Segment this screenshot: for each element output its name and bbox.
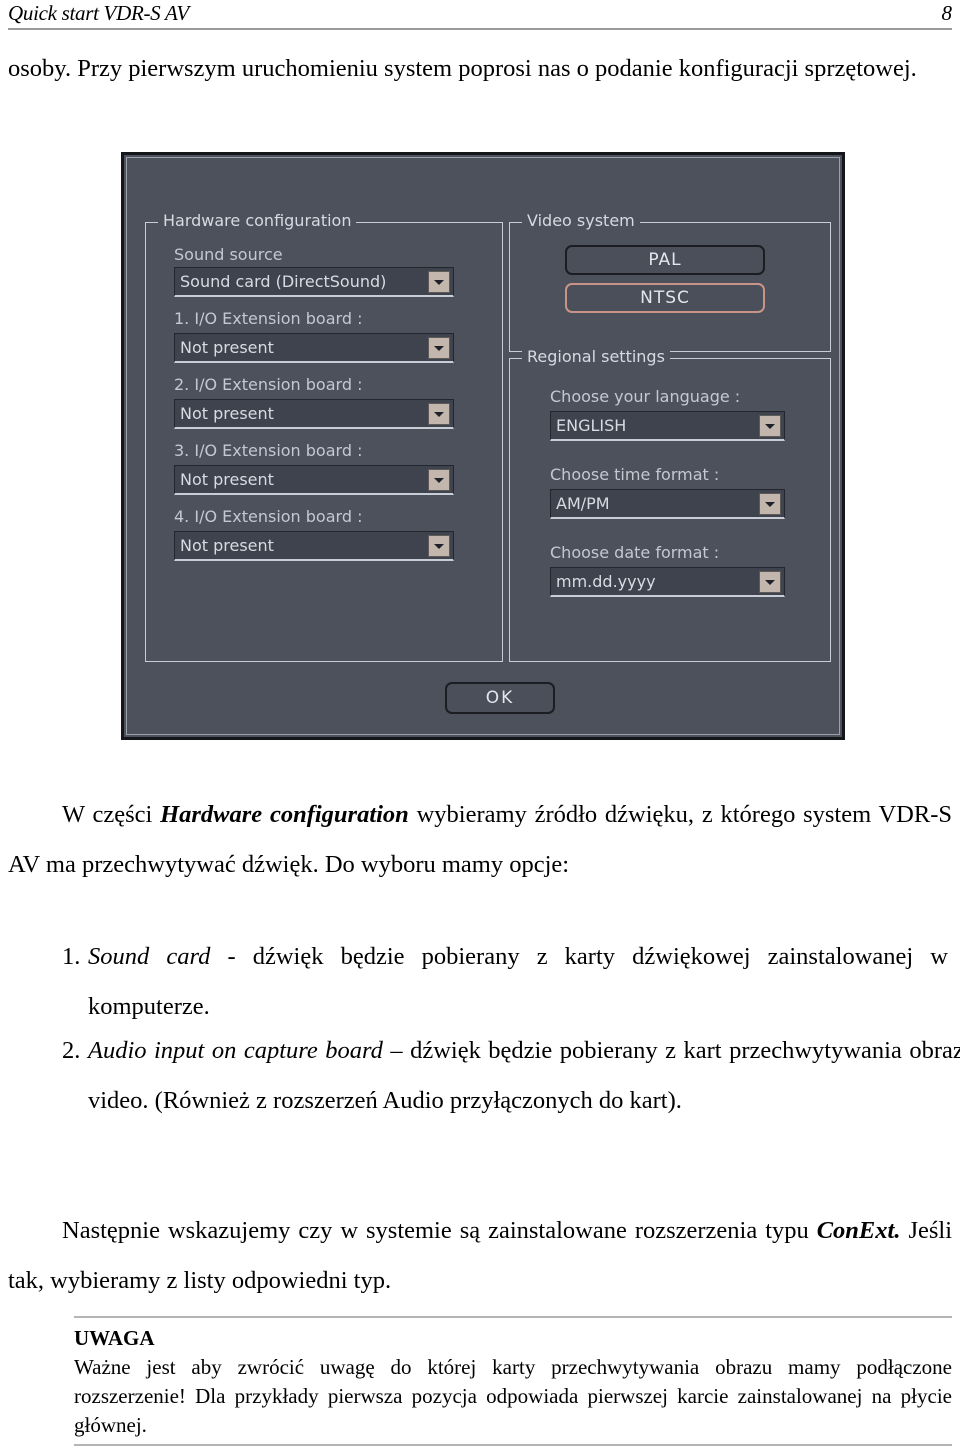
combo-date-format[interactable]: mm.dd.yyyy	[550, 567, 785, 597]
chevron-down-icon[interactable]	[759, 414, 781, 437]
chevron-down-icon[interactable]	[428, 468, 450, 491]
label-sound-source: Sound source	[174, 245, 283, 264]
combo-io-extension-board-4-value: Not present	[180, 536, 274, 555]
chevron-down-icon[interactable]	[428, 534, 450, 557]
combo-time-format-value: AM/PM	[556, 494, 610, 513]
note-title: UWAGA	[74, 1326, 155, 1350]
chevron-down-icon[interactable]	[759, 492, 781, 515]
combo-sound-source-value: Sound card (DirectSound)	[180, 272, 387, 291]
note-text: Ważne jest aby zwrócić uwagę do której k…	[74, 1355, 952, 1437]
note-divider-bottom	[74, 1444, 952, 1446]
group-video-system: Video system PAL NTSC	[509, 212, 831, 352]
group-hardware-configuration: Hardware configuration Sound source Soun…	[145, 212, 503, 662]
label-choose-date-format: Choose date format :	[550, 543, 720, 562]
list-item-1-marker: 1.	[62, 943, 81, 970]
paragraph-hardware-pre: W części	[62, 801, 161, 828]
combo-io-extension-board-3[interactable]: Not present	[174, 465, 454, 495]
document-title: Quick start VDR-S AV	[8, 1, 189, 25]
paragraph-hardware-emphasis: Hardware configuration	[160, 801, 409, 828]
list-item: 2. Audio input on capture board – dźwięk …	[62, 1026, 960, 1126]
list-item-1-emphasis: Sound card	[88, 943, 211, 970]
note-body: UWAGA Ważne jest aby zwrócić uwagę do kt…	[74, 1318, 952, 1444]
chevron-down-icon[interactable]	[428, 270, 450, 293]
list-item-1-text: - dźwięk będzie pobierany z karty dźwięk…	[88, 943, 948, 1020]
paragraph-conext-emphasis: ConExt.	[816, 1217, 901, 1244]
chevron-down-icon[interactable]	[428, 336, 450, 359]
page-running-header: Quick start VDR-S AV 8	[8, 0, 952, 32]
label-io-extension-board-1: 1. I/O Extension board :	[174, 309, 363, 328]
label-choose-language: Choose your language :	[550, 387, 741, 406]
chevron-down-icon[interactable]	[759, 570, 781, 593]
label-io-extension-board-3: 3. I/O Extension board :	[174, 441, 363, 460]
combo-io-extension-board-4[interactable]: Not present	[174, 531, 454, 561]
list-item-2-marker: 2.	[62, 1037, 81, 1064]
paragraph-conext-pre: Następnie wskazujemy czy w systemie są z…	[62, 1217, 817, 1244]
combo-io-extension-board-3-value: Not present	[180, 470, 274, 489]
ok-button[interactable]: OK	[445, 682, 555, 714]
group-hardware-configuration-legend: Hardware configuration	[158, 212, 357, 230]
label-io-extension-board-2: 2. I/O Extension board :	[174, 375, 363, 394]
note-block: UWAGA Ważne jest aby zwrócić uwagę do kt…	[74, 1316, 952, 1446]
combo-language-value: ENGLISH	[556, 416, 627, 435]
page-number: 8	[941, 1, 953, 25]
header-divider	[8, 28, 952, 30]
configuration-dialog-screenshot: Hardware configuration Sound source Soun…	[121, 152, 845, 740]
combo-io-extension-board-1-value: Not present	[180, 338, 274, 357]
group-video-system-legend: Video system	[522, 212, 640, 230]
combo-io-extension-board-2-value: Not present	[180, 404, 274, 423]
combo-date-format-value: mm.dd.yyyy	[556, 572, 656, 591]
paragraph-intro: osoby. Przy pierwszym uruchomieniu syste…	[8, 55, 917, 82]
paragraph-conext: Następnie wskazujemy czy w systemie są z…	[8, 1206, 952, 1306]
video-system-ntsc-button[interactable]: NTSC	[565, 283, 765, 313]
combo-language[interactable]: ENGLISH	[550, 411, 785, 441]
list-item-2-emphasis: Audio input on capture board	[88, 1037, 383, 1064]
combo-sound-source[interactable]: Sound card (DirectSound)	[174, 267, 454, 297]
combo-io-extension-board-2[interactable]: Not present	[174, 399, 454, 429]
video-system-pal-button[interactable]: PAL	[565, 245, 765, 275]
label-io-extension-board-4: 4. I/O Extension board :	[174, 507, 363, 526]
chevron-down-icon[interactable]	[428, 402, 450, 425]
combo-time-format[interactable]: AM/PM	[550, 489, 785, 519]
list-item: 1. Sound card - dźwięk będzie pobierany z…	[62, 932, 948, 1032]
combo-io-extension-board-1[interactable]: Not present	[174, 333, 454, 363]
dialog-inner-panel: Hardware configuration Sound source Soun…	[126, 157, 840, 735]
label-choose-time-format: Choose time format :	[550, 465, 720, 484]
paragraph-hardware-configuration: W części Hardware configuration wybieram…	[8, 790, 952, 890]
group-regional-settings-legend: Regional settings	[522, 348, 670, 366]
group-regional-settings: Regional settings Choose your language :…	[509, 348, 831, 662]
